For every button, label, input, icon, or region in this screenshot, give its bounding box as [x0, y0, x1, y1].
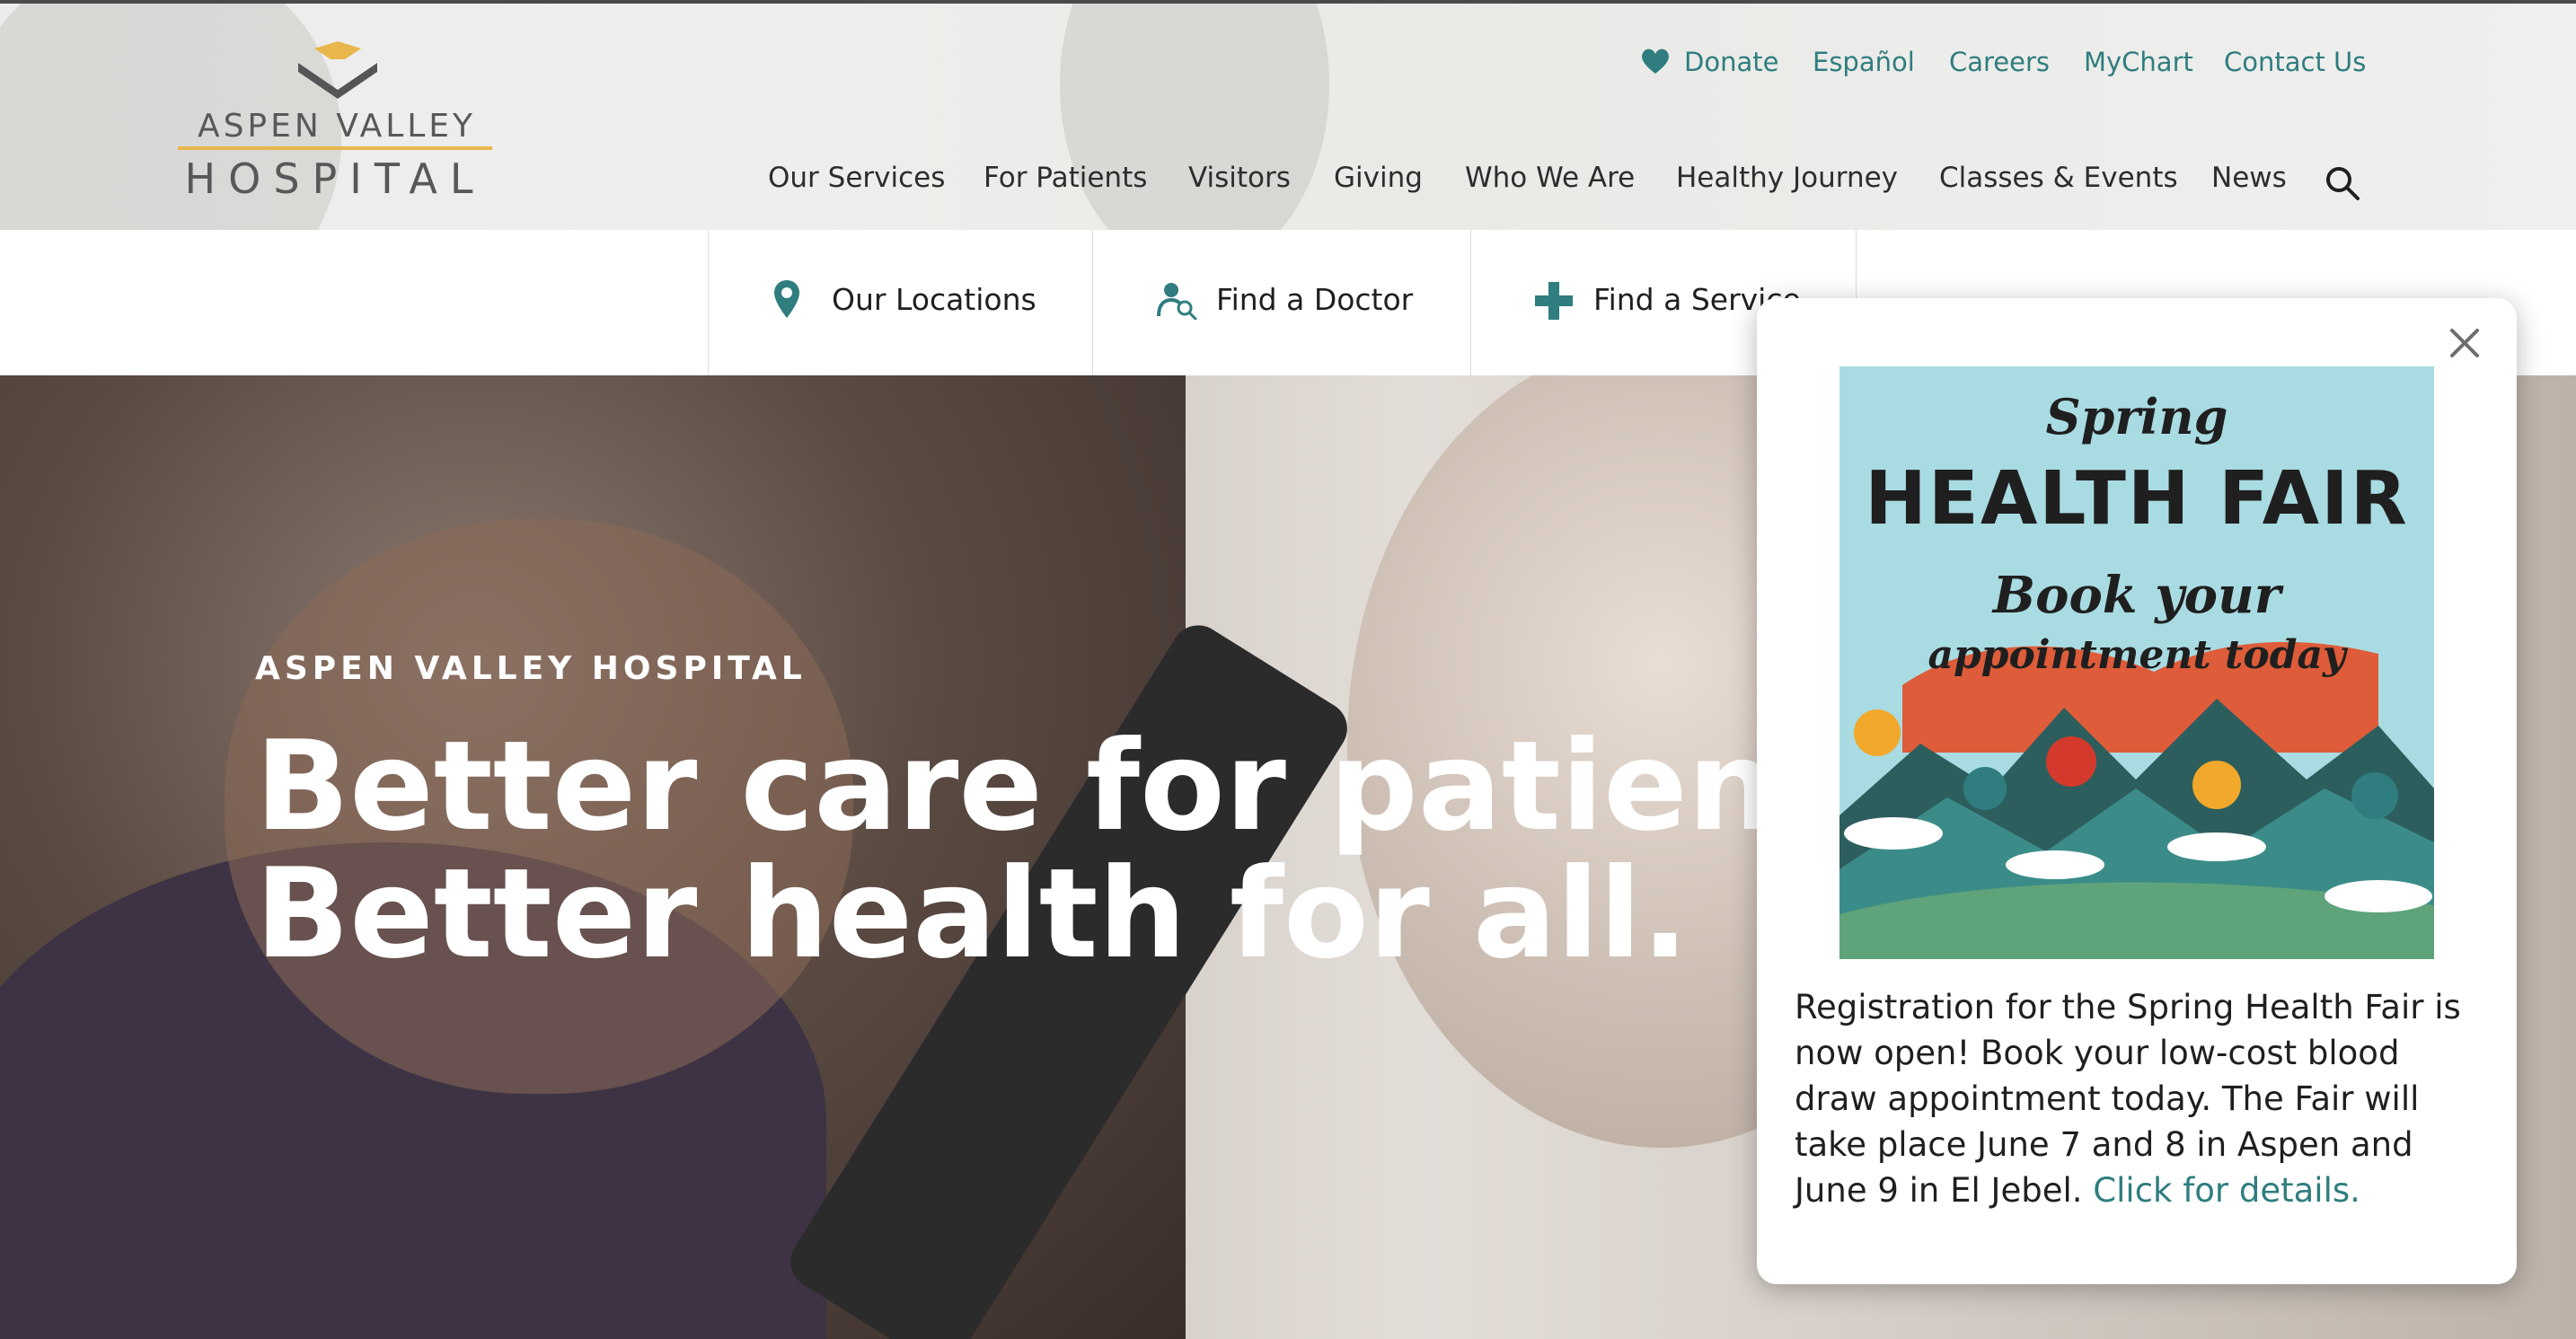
hero-kicker: ASPEN VALLEY HOSPITAL	[255, 650, 807, 687]
promo-title: HEALTH FAIR	[1865, 456, 2409, 542]
promo-banner-line2: appointment today	[1928, 632, 2346, 678]
logo-text-line1[interactable]: ASPEN VALLEY	[180, 108, 494, 145]
nav-news[interactable]: News	[2211, 162, 2287, 194]
nav-for-patients[interactable]: For Patients	[984, 162, 1147, 194]
doctor-search-icon	[1157, 283, 1197, 320]
nav-giving[interactable]: Giving	[1334, 162, 1423, 194]
donate-link[interactable]: Donate	[1684, 47, 1778, 77]
find-a-doctor-label: Find a Doctor	[1216, 282, 1414, 317]
click-for-details-link[interactable]: Click for details.	[2093, 1171, 2360, 1210]
logo-text-line2[interactable]: HOSPITAL	[178, 154, 492, 203]
nav-who-we-are[interactable]: Who We Are	[1465, 162, 1635, 194]
health-fair-promo-image[interactable]: Spring HEALTH FAIR Book your appointment…	[1839, 366, 2434, 959]
promo-script-title: Spring	[2045, 388, 2228, 445]
mychart-link[interactable]: MyChart	[2084, 47, 2193, 77]
logo-rule	[178, 146, 492, 150]
close-icon[interactable]	[2448, 327, 2481, 359]
our-locations-button[interactable]: Our Locations	[708, 230, 1092, 375]
find-a-doctor-button[interactable]: Find a Doctor	[1092, 230, 1470, 375]
header-background-shape	[1060, 4, 1329, 230]
nav-classes-events[interactable]: Classes & Events	[1939, 162, 2178, 194]
promo-banner-line1: Book your	[1992, 566, 2281, 625]
our-locations-label: Our Locations	[832, 282, 1037, 317]
nav-our-services[interactable]: Our Services	[768, 162, 945, 194]
nav-visitors[interactable]: Visitors	[1188, 162, 1291, 194]
contact-us-link[interactable]: Contact Us	[2224, 47, 2366, 77]
careers-link[interactable]: Careers	[1949, 47, 2050, 77]
nav-healthy-journey[interactable]: Healthy Journey	[1676, 162, 1898, 194]
hero-headline: Better care for patients. Better health …	[255, 714, 1956, 986]
map-pin-icon	[774, 280, 799, 318]
espanol-link[interactable]: Español	[1813, 47, 1915, 77]
heart-icon[interactable]	[1640, 47, 1671, 75]
aspen-valley-logo-icon[interactable]	[295, 40, 381, 99]
popup-body: Registration for the Spring Health Fair …	[1795, 984, 2477, 1213]
search-icon[interactable]	[2325, 165, 2360, 201]
plus-icon	[1535, 282, 1573, 320]
